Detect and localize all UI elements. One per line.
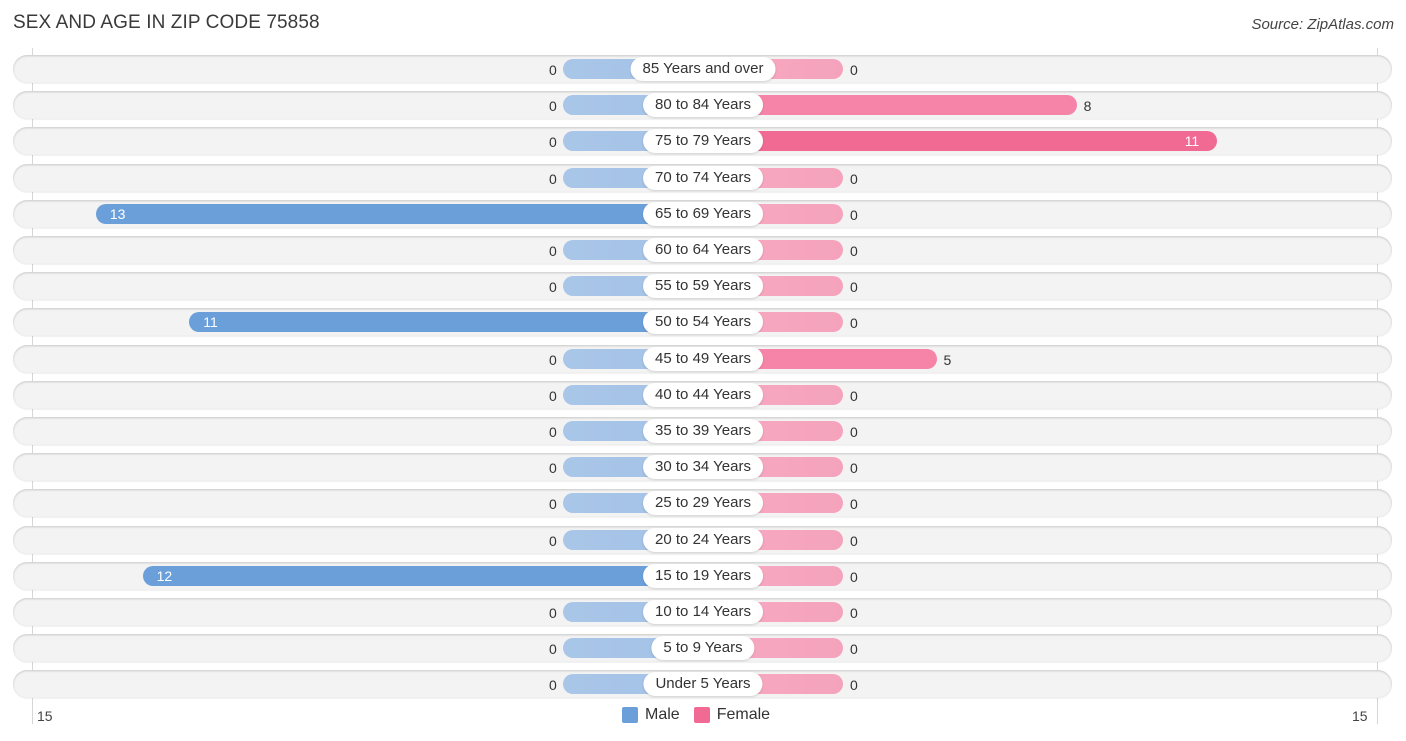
value-label-male: 0 [549, 533, 557, 549]
category-label: 65 to 69 Years [643, 202, 763, 226]
category-label: 60 to 64 Years [643, 238, 763, 262]
value-label-female: 0 [850, 388, 858, 404]
value-label-female: 8 [1083, 98, 1092, 114]
category-label: 40 to 44 Years [643, 383, 763, 407]
value-label-male: 0 [549, 243, 557, 259]
category-label: 55 to 59 Years [643, 274, 763, 298]
value-label-female: 0 [850, 279, 858, 295]
value-label-male: 0 [549, 388, 557, 404]
category-label: 80 to 84 Years [643, 93, 763, 117]
chart-area: 0 0 85 Years and over 0 8 80 to 84 Years 0 11 75… [0, 0, 1406, 741]
category-label: 45 to 49 Years [643, 347, 763, 371]
value-label-female: 11 [1184, 133, 1200, 149]
value-label-male: 0 [549, 279, 557, 295]
category-label: 70 to 74 Years [643, 166, 763, 190]
bar-male [95, 204, 703, 224]
category-label: 35 to 39 Years [643, 419, 763, 443]
value-label-female: 0 [850, 460, 858, 476]
category-label: 15 to 19 Years [643, 564, 763, 588]
axis-tick-left: 15 [37, 708, 53, 724]
axis-tick-right: 15 [1352, 708, 1368, 724]
value-label-male: 0 [549, 98, 557, 114]
bar-male [142, 566, 703, 586]
category-label: 75 to 79 Years [643, 129, 763, 153]
bar-male [189, 312, 703, 332]
category-label: 50 to 54 Years [643, 310, 763, 334]
value-label-female: 0 [850, 315, 858, 331]
value-label-male: 12 [156, 568, 173, 584]
legend-swatch-male [622, 707, 638, 723]
category-label: 85 Years and over [630, 57, 776, 81]
legend-item-male: Male [622, 706, 680, 724]
category-label: 10 to 14 Years [643, 600, 763, 624]
value-label-male: 0 [549, 171, 557, 187]
value-label-female: 0 [850, 569, 858, 585]
value-label-female: 0 [850, 424, 858, 440]
value-label-male: 11 [203, 314, 218, 330]
value-label-male: 0 [549, 352, 557, 368]
value-label-female: 0 [850, 171, 858, 187]
value-label-female: 0 [850, 677, 858, 693]
value-label-female: 5 [943, 352, 952, 368]
bar-female [703, 131, 1217, 151]
category-label: 5 to 9 Years [651, 636, 755, 660]
legend-label-female: Female [716, 706, 771, 723]
value-label-female: 0 [850, 533, 858, 549]
legend-swatch-female [693, 707, 710, 723]
value-label-male: 0 [549, 424, 557, 440]
value-label-male: 0 [549, 677, 557, 693]
value-label-male: 0 [549, 641, 557, 657]
category-label: Under 5 Years [643, 672, 763, 696]
value-label-male: 13 [109, 206, 126, 222]
value-label-female: 0 [850, 243, 858, 259]
category-label: 30 to 34 Years [643, 455, 763, 479]
value-label-female: 0 [850, 605, 858, 621]
value-label-female: 0 [850, 641, 858, 657]
value-label-male: 0 [549, 605, 557, 621]
category-label: 25 to 29 Years [643, 491, 763, 515]
value-label-female: 0 [850, 496, 858, 512]
legend-label-male: Male [645, 706, 680, 723]
value-label-male: 0 [549, 460, 557, 476]
value-label-female: 0 [850, 62, 858, 78]
category-label: 20 to 24 Years [643, 528, 763, 552]
value-label-female: 0 [850, 207, 858, 223]
legend: Male Female [622, 706, 784, 724]
legend-item-female: Female [693, 706, 771, 724]
value-label-male: 0 [549, 62, 557, 78]
value-label-male: 0 [549, 134, 557, 150]
value-label-male: 0 [549, 496, 557, 512]
